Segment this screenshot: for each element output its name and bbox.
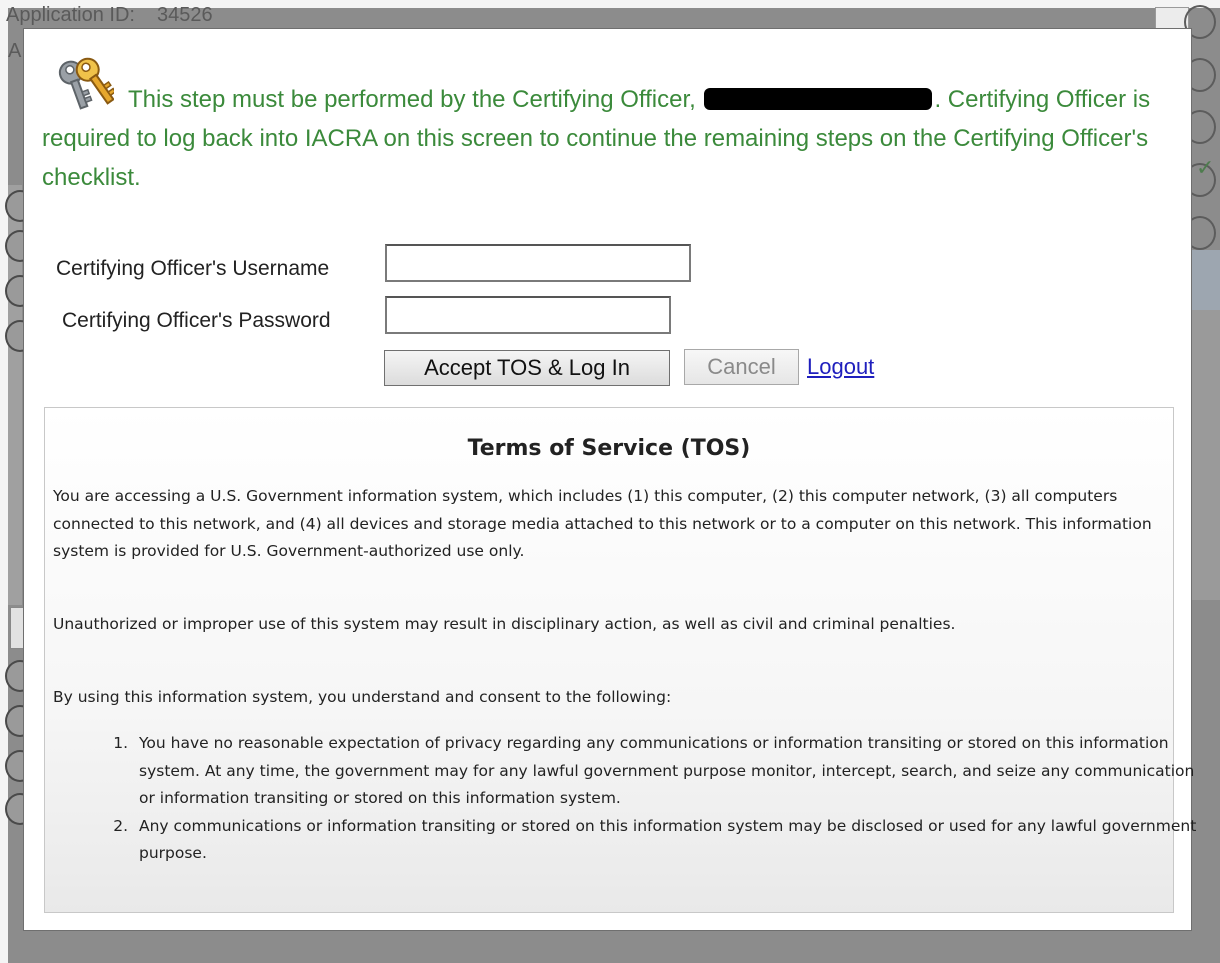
password-input[interactable] bbox=[385, 296, 671, 334]
certifying-officer-notice: This step must be performed by the Certi… bbox=[42, 53, 1152, 197]
cancel-button[interactable]: Cancel bbox=[684, 349, 799, 385]
login-modal: This step must be performed by the Certi… bbox=[23, 28, 1196, 931]
terms-of-service-panel: Terms of Service (TOS) You are accessing… bbox=[44, 407, 1196, 913]
tos-paragraph-3: By using this information system, you un… bbox=[53, 688, 672, 706]
logout-link[interactable]: Logout bbox=[807, 354, 874, 380]
redacted-name bbox=[704, 88, 933, 110]
list-item: Any communications or information transi… bbox=[133, 813, 1213, 868]
status-check-icon: ✓ bbox=[1196, 155, 1215, 180]
username-input[interactable] bbox=[385, 244, 691, 282]
tos-paragraph-1: You are accessing a U.S. Government info… bbox=[53, 487, 1152, 560]
username-label: Certifying Officer's Username bbox=[56, 257, 330, 280]
application-id: Application ID: 34526 bbox=[6, 4, 213, 27]
password-label: Certifying Officer's Password bbox=[62, 309, 331, 332]
accept-tos-login-button[interactable]: Accept TOS & Log In bbox=[384, 350, 670, 386]
keys-icon bbox=[54, 53, 117, 113]
background-partial-label: A bbox=[8, 40, 22, 62]
list-item: You have no reasonable expectation of pr… bbox=[133, 730, 1213, 813]
background-right-panel bbox=[1192, 310, 1220, 600]
tos-consent-list: You have no reasonable expectation of pr… bbox=[83, 730, 1213, 868]
tos-title: Terms of Service (TOS) bbox=[467, 436, 751, 461]
background-right-strip bbox=[1192, 250, 1220, 310]
tos-paragraph-2: Unauthorized or improper use of this sys… bbox=[53, 615, 956, 633]
notice-text-before: This step must be performed by the Certi… bbox=[128, 86, 696, 113]
application-id-value: 34526 bbox=[156, 4, 213, 26]
application-id-label: Application ID: bbox=[6, 4, 135, 26]
